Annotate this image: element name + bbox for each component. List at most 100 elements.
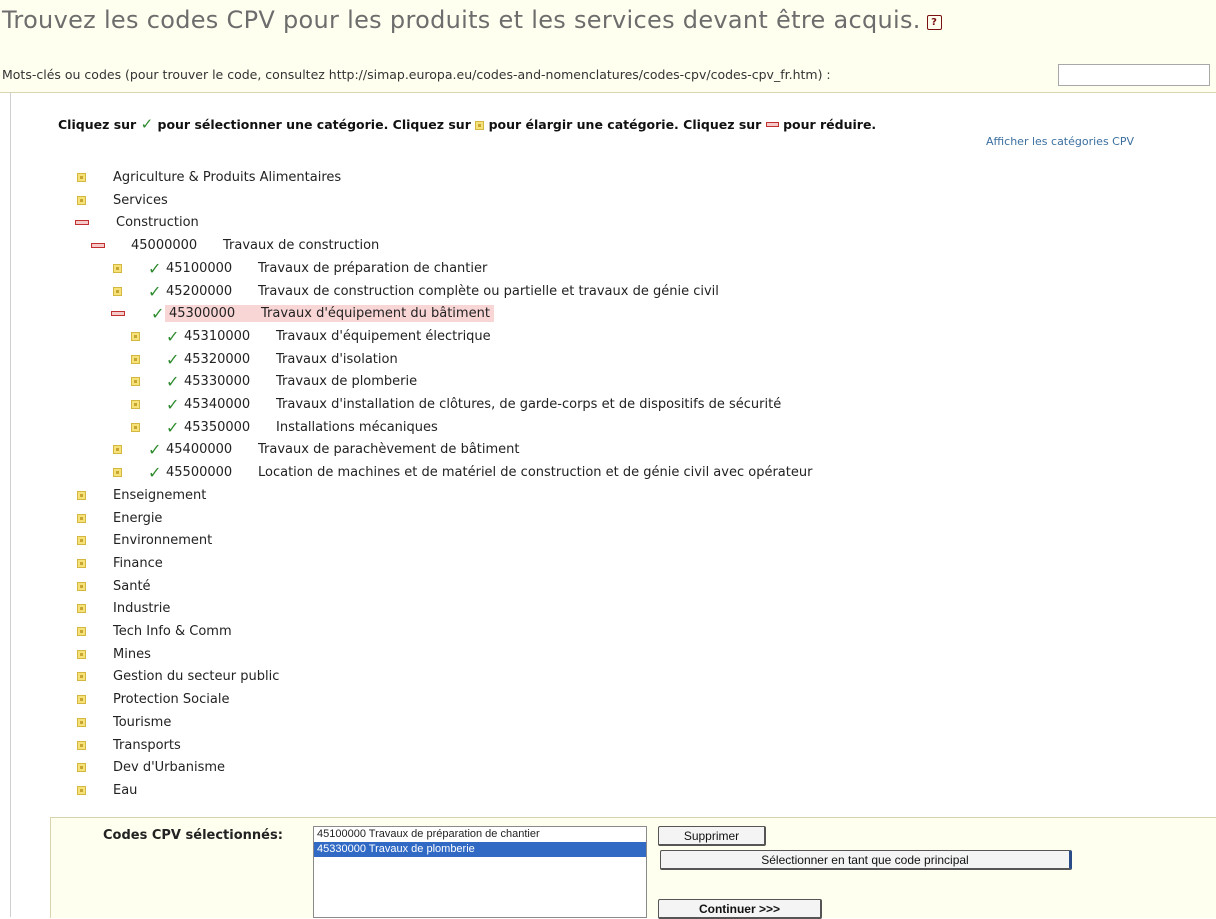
expand-icon[interactable] [113, 263, 122, 273]
tree-row-text[interactable]: Agriculture & Produits Alimentaires [113, 170, 341, 185]
tree-row: Energie [77, 507, 162, 529]
select-check-icon[interactable]: ✓ [148, 259, 166, 278]
set-primary-code-button[interactable]: Sélectionner en tant que code principal [660, 850, 1072, 870]
select-check-icon[interactable]: ✓ [148, 463, 166, 482]
expand-icon[interactable] [77, 195, 86, 205]
expand-icon[interactable] [131, 399, 140, 409]
help-icon[interactable]: ? [926, 15, 942, 30]
tree-row: Eau [77, 779, 137, 801]
tree-row: ✓ 45500000 Location de machines et de maté… [113, 461, 812, 483]
expand-icon[interactable] [77, 513, 86, 523]
category-label: Transports [113, 737, 181, 753]
expand-icon[interactable] [131, 354, 140, 364]
expand-icon [475, 121, 485, 130]
expand-icon[interactable] [113, 444, 122, 454]
expand-icon[interactable] [131, 331, 140, 341]
tree-row-text[interactable]: 45320000 Travaux d'isolation [184, 352, 398, 367]
tree-row-text[interactable]: Eau [113, 783, 137, 798]
page-title-text: Trouvez les codes CPV pour les produits … [2, 6, 921, 34]
tree-row: ✓ 45320000 Travaux d'isolation [131, 348, 398, 370]
selected-code-item[interactable]: 45330000 Travaux de plomberie [314, 842, 646, 857]
tree-row-text[interactable]: 45310000 Travaux d'équipement électrique [184, 329, 491, 344]
tree-row-text[interactable]: Enseignement [113, 488, 206, 503]
tree-row-text[interactable]: Energie [113, 511, 162, 526]
expand-icon[interactable] [77, 740, 86, 750]
expand-icon[interactable] [77, 762, 86, 772]
tree-row-text[interactable]: Dev d'Urbanisme [113, 760, 225, 775]
tree-row: Tourisme [77, 711, 171, 733]
tree-row-text[interactable]: 45400000 Travaux de parachèvement de bâti… [166, 442, 520, 457]
continue-button[interactable]: Continuer >>> [658, 899, 822, 919]
select-check-icon[interactable]: ✓ [166, 418, 184, 437]
select-check-icon[interactable]: ✓ [166, 395, 184, 414]
cpv-code: 45340000 [184, 396, 251, 412]
tree-row: Gestion du secteur public [77, 665, 279, 687]
select-check-icon[interactable]: ✓ [148, 440, 166, 459]
expand-icon[interactable] [77, 626, 86, 636]
expand-icon[interactable] [77, 558, 86, 568]
expand-icon[interactable] [113, 286, 122, 296]
category-label: Location de machines et de matériel de c… [258, 464, 813, 480]
tree-row-text[interactable]: Services [113, 193, 168, 208]
tree-row: ✓ 45100000 Travaux de préparation de chant… [113, 257, 487, 279]
tree-row-text[interactable]: Environnement [113, 533, 212, 548]
expand-icon[interactable] [77, 649, 86, 659]
cpv-code: 45000000 [131, 237, 198, 253]
expand-icon[interactable] [77, 671, 86, 681]
keywords-input[interactable] [1058, 64, 1210, 86]
show-cpv-categories-link[interactable]: Afficher les catégories CPV [986, 135, 1134, 148]
tree-row-text[interactable]: Industrie [113, 601, 170, 616]
tree-row-text[interactable]: 45340000 Travaux d'installation de clôtur… [184, 397, 781, 412]
collapse-icon[interactable] [91, 242, 105, 248]
tree-row-text[interactable]: Santé [113, 579, 151, 594]
selected-codes-list[interactable]: 45100000 Travaux de préparation de chant… [313, 826, 647, 918]
tree-row-text[interactable]: 45330000 Travaux de plomberie [184, 374, 417, 389]
tree-row: Environnement [77, 529, 212, 551]
tree-row-text[interactable]: Construction [116, 215, 199, 230]
cpv-code: 45400000 [166, 441, 233, 457]
tree-row-text[interactable]: 45300000 Travaux d'équipement du bâtiment [165, 304, 494, 322]
expand-icon[interactable] [77, 490, 86, 500]
page-title: Trouvez les codes CPV pour les produits … [2, 6, 942, 34]
collapse-icon[interactable] [111, 310, 125, 316]
tree-row-text[interactable]: 45500000 Location de machines et de matér… [166, 465, 812, 480]
tree-row-text[interactable]: 45200000 Travaux de construction complète… [166, 284, 719, 299]
tree-row: Agriculture & Produits Alimentaires [77, 166, 341, 188]
cpv-code: 45500000 [166, 464, 233, 480]
expand-icon[interactable] [77, 581, 86, 591]
tree-row-text[interactable]: Tourisme [113, 715, 171, 730]
expand-icon[interactable] [113, 467, 122, 477]
category-label: Agriculture & Produits Alimentaires [113, 169, 342, 185]
collapse-icon[interactable] [75, 219, 89, 225]
category-label: Travaux de construction [223, 237, 380, 253]
tree-row-text[interactable]: Protection Sociale [113, 692, 229, 707]
expand-icon[interactable] [77, 785, 86, 795]
expand-icon[interactable] [131, 376, 140, 386]
select-check-icon[interactable]: ✓ [166, 372, 184, 391]
expand-icon[interactable] [131, 422, 140, 432]
expand-icon[interactable] [77, 535, 86, 545]
expand-icon[interactable] [77, 694, 86, 704]
tree-row-text[interactable]: 45350000 Installations mécaniques [184, 420, 438, 435]
select-check-icon[interactable]: ✓ [148, 282, 166, 301]
tree-row-text[interactable]: Transports [113, 738, 181, 753]
expand-icon[interactable] [77, 603, 86, 613]
expand-icon[interactable] [77, 172, 86, 182]
collapse-icon [765, 122, 779, 127]
category-label: Travaux d'équipement du bâtiment [261, 305, 490, 321]
tree-row-text[interactable]: Tech Info & Comm [113, 624, 232, 639]
tree-row-text[interactable]: Finance [113, 556, 163, 571]
category-label: Tourisme [113, 714, 172, 730]
tree-row-text[interactable]: 45000000 Travaux de construction [131, 238, 379, 253]
remove-button[interactable]: Supprimer [658, 826, 766, 846]
expand-icon[interactable] [77, 717, 86, 727]
tree-row: Protection Sociale [77, 688, 229, 710]
tree-row-text[interactable]: Mines [113, 647, 151, 662]
select-check-icon[interactable]: ✓ [166, 350, 184, 369]
tree-row-text[interactable]: Gestion du secteur public [113, 669, 279, 684]
selected-code-item[interactable]: 45100000 Travaux de préparation de chant… [314, 827, 646, 842]
tree-row-text[interactable]: 45100000 Travaux de préparation de chanti… [166, 261, 487, 276]
select-check-icon[interactable]: ✓ [166, 327, 184, 346]
category-label: Travaux de préparation de chantier [258, 260, 488, 276]
tree-row: Dev d'Urbanisme [77, 756, 225, 778]
